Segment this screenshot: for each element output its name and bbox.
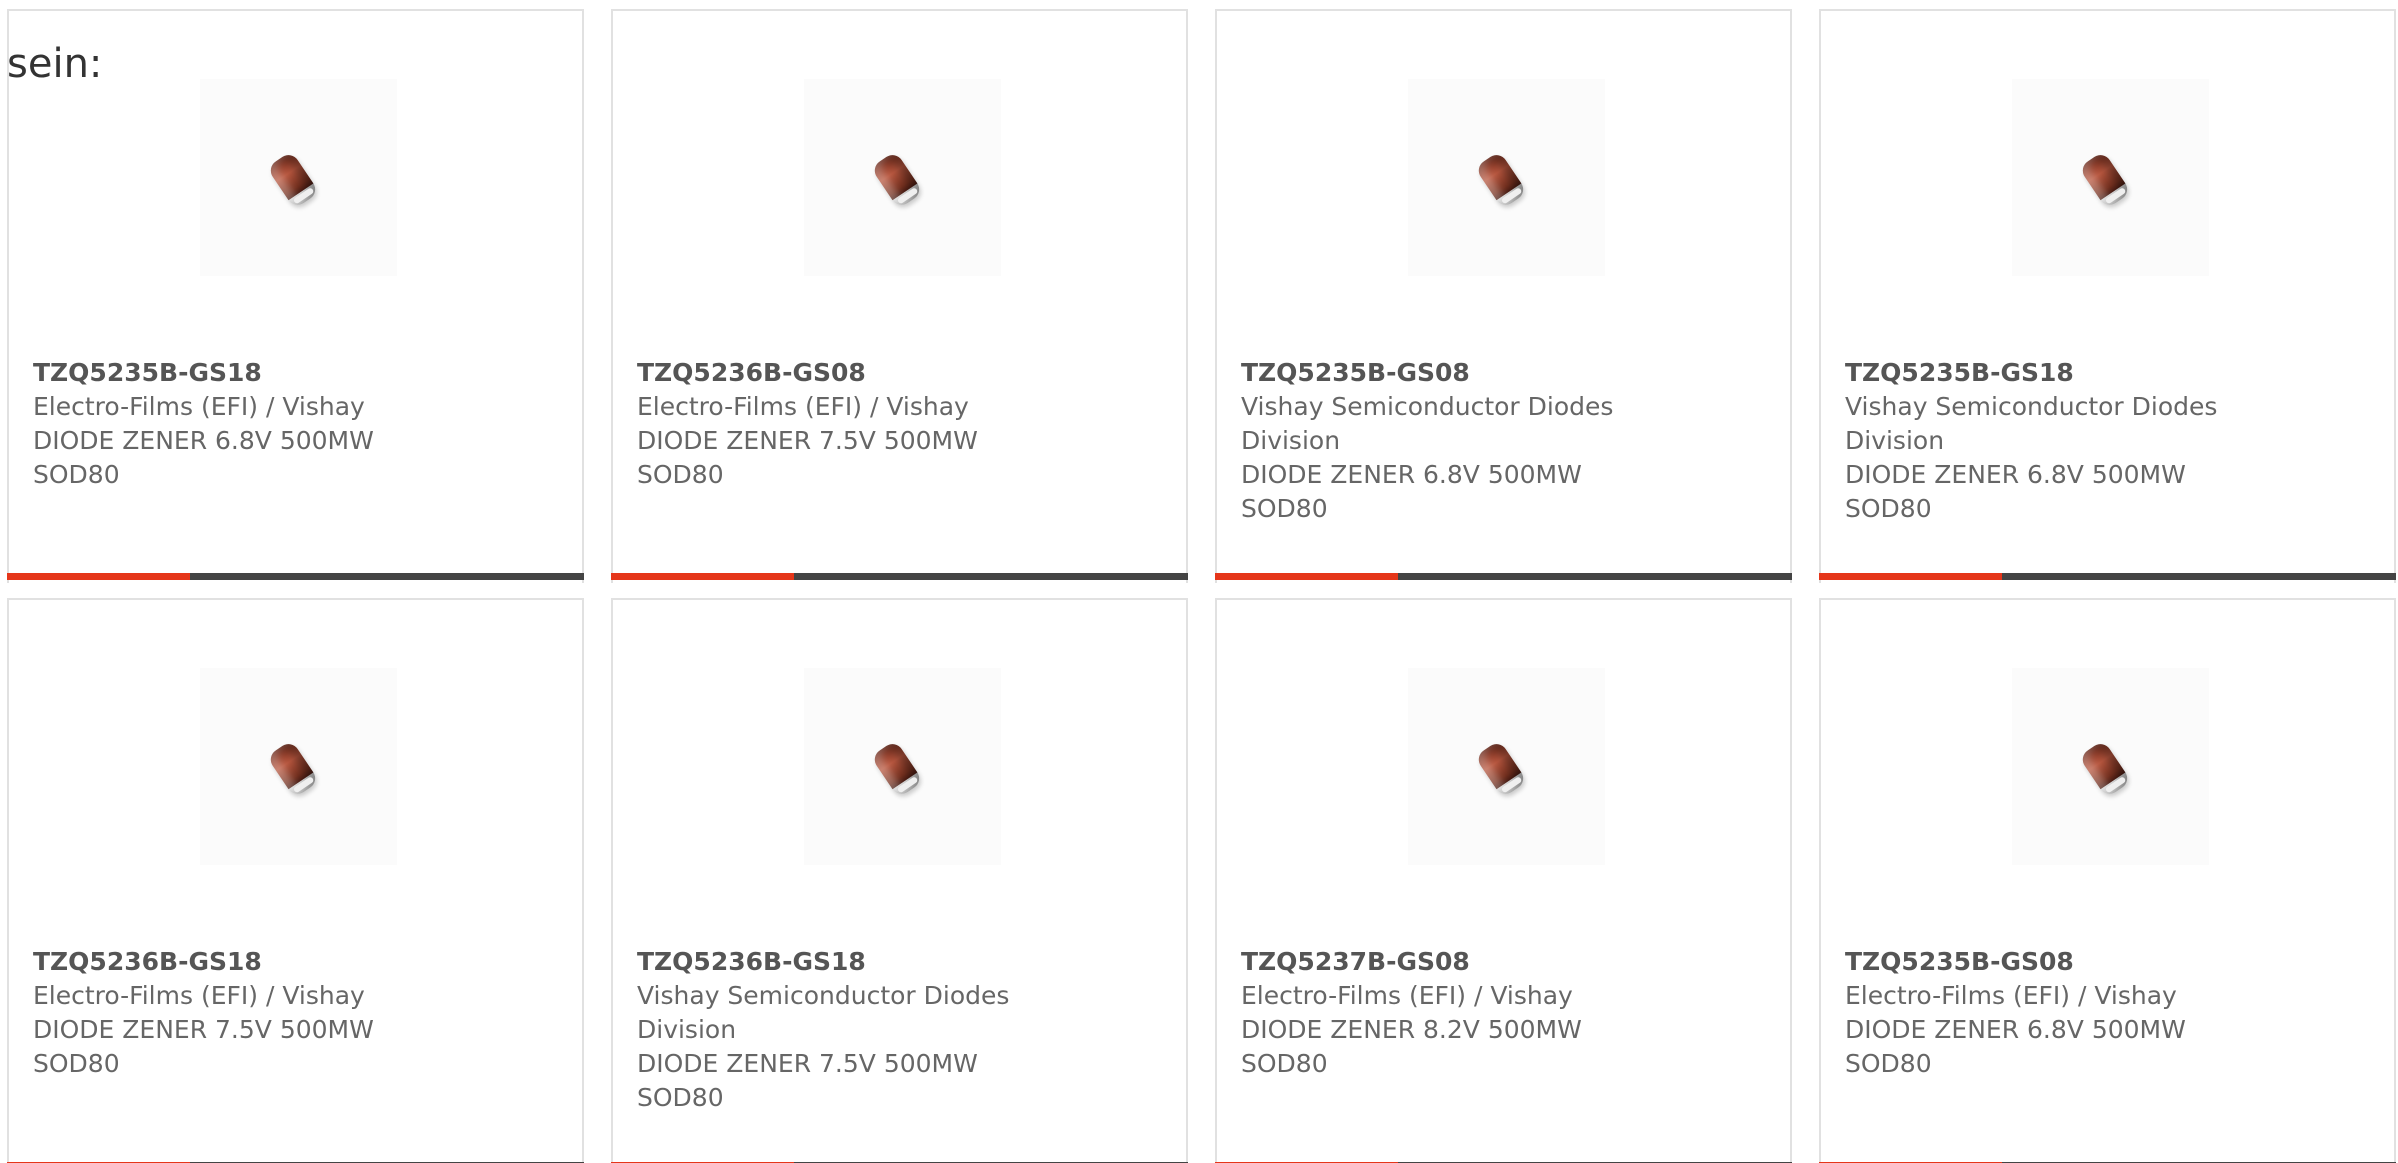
card-accent-highlight xyxy=(1215,573,1398,580)
product-description: DIODE ZENER 6.8V 500MW xyxy=(1241,460,1582,489)
product-package: SOD80 xyxy=(33,460,120,489)
product-part-number[interactable]: TZQ5237B-GS08 xyxy=(1241,945,1781,979)
product-package: SOD80 xyxy=(1845,494,1932,523)
zener-diode-icon xyxy=(870,739,924,799)
product-manufacturer: Electro-Films (EFI) / Vishay xyxy=(33,392,365,421)
card-accent-bar xyxy=(7,573,584,580)
product-image[interactable] xyxy=(200,668,397,865)
product-image[interactable] xyxy=(1408,668,1605,865)
product-card[interactable]: TZQ5235B-GS18 Electro-Films (EFI) / Vish… xyxy=(7,9,584,583)
product-card[interactable]: TZQ5236B-GS08 Electro-Films (EFI) / Vish… xyxy=(611,9,1188,583)
product-description: DIODE ZENER 6.8V 500MW xyxy=(1845,460,2186,489)
product-details: TZQ5235B-GS18 Vishay Semiconductor Diode… xyxy=(1845,356,2385,526)
zener-diode-icon xyxy=(1474,150,1528,210)
card-accent-highlight xyxy=(1819,573,2002,580)
product-image[interactable] xyxy=(1408,79,1605,276)
zener-diode-icon xyxy=(2078,739,2132,799)
product-image[interactable] xyxy=(2012,79,2209,276)
product-details: TZQ5236B-GS18 Vishay Semiconductor Diode… xyxy=(637,945,1177,1115)
product-image[interactable] xyxy=(200,79,397,276)
product-description: DIODE ZENER 8.2V 500MW xyxy=(1241,1015,1582,1044)
product-description: DIODE ZENER 7.5V 500MW xyxy=(637,426,978,455)
product-manufacturer: Vishay Semiconductor Diodes Division xyxy=(1845,392,2218,455)
zener-diode-icon xyxy=(2078,150,2132,210)
product-card[interactable]: TZQ5235B-GS18 Vishay Semiconductor Diode… xyxy=(1819,9,2396,583)
product-manufacturer: Vishay Semiconductor Diodes Division xyxy=(1241,392,1614,455)
product-image[interactable] xyxy=(804,79,1001,276)
product-details: TZQ5235B-GS18 Electro-Films (EFI) / Vish… xyxy=(33,356,573,492)
zener-diode-icon xyxy=(870,150,924,210)
product-description: DIODE ZENER 7.5V 500MW xyxy=(637,1049,978,1078)
product-grid-page: sein: TZQ5235B-GS18 Electro-Films (EFI) … xyxy=(0,0,2398,1163)
product-card[interactable]: TZQ5236B-GS18 Vishay Semiconductor Diode… xyxy=(611,598,1188,1163)
product-part-number[interactable]: TZQ5235B-GS18 xyxy=(33,356,573,390)
product-manufacturer: Electro-Films (EFI) / Vishay xyxy=(33,981,365,1010)
product-card[interactable]: TZQ5235B-GS08 Vishay Semiconductor Diode… xyxy=(1215,9,1792,583)
product-image[interactable] xyxy=(2012,668,2209,865)
card-accent-highlight xyxy=(611,573,794,580)
zener-diode-icon xyxy=(266,739,320,799)
product-package: SOD80 xyxy=(637,460,724,489)
zener-diode-icon xyxy=(266,150,320,210)
product-details: TZQ5235B-GS08 Vishay Semiconductor Diode… xyxy=(1241,356,1781,526)
card-accent-bar xyxy=(611,573,1188,580)
product-manufacturer: Electro-Films (EFI) / Vishay xyxy=(1241,981,1573,1010)
product-description: DIODE ZENER 6.8V 500MW xyxy=(33,426,374,455)
card-accent-bar xyxy=(1819,573,2396,580)
product-part-number[interactable]: TZQ5235B-GS08 xyxy=(1845,945,2385,979)
product-manufacturer: Electro-Films (EFI) / Vishay xyxy=(637,392,969,421)
product-part-number[interactable]: TZQ5236B-GS08 xyxy=(637,356,1177,390)
product-description: DIODE ZENER 6.8V 500MW xyxy=(1845,1015,2186,1044)
product-details: TZQ5236B-GS18 Electro-Films (EFI) / Vish… xyxy=(33,945,573,1081)
product-details: TZQ5236B-GS08 Electro-Films (EFI) / Vish… xyxy=(637,356,1177,492)
product-part-number[interactable]: TZQ5236B-GS18 xyxy=(33,945,573,979)
product-package: SOD80 xyxy=(1845,1049,1932,1078)
product-package: SOD80 xyxy=(637,1083,724,1112)
product-package: SOD80 xyxy=(1241,1049,1328,1078)
product-image[interactable] xyxy=(804,668,1001,865)
product-manufacturer: Electro-Films (EFI) / Vishay xyxy=(1845,981,2177,1010)
product-card[interactable]: TZQ5236B-GS18 Electro-Films (EFI) / Vish… xyxy=(7,598,584,1163)
zener-diode-icon xyxy=(1474,739,1528,799)
product-description: DIODE ZENER 7.5V 500MW xyxy=(33,1015,374,1044)
product-card[interactable]: TZQ5235B-GS08 Electro-Films (EFI) / Vish… xyxy=(1819,598,2396,1163)
product-manufacturer: Vishay Semiconductor Diodes Division xyxy=(637,981,1010,1044)
product-package: SOD80 xyxy=(1241,494,1328,523)
product-card[interactable]: TZQ5237B-GS08 Electro-Films (EFI) / Vish… xyxy=(1215,598,1792,1163)
product-details: TZQ5237B-GS08 Electro-Films (EFI) / Vish… xyxy=(1241,945,1781,1081)
product-details: TZQ5235B-GS08 Electro-Films (EFI) / Vish… xyxy=(1845,945,2385,1081)
intro-text: sein: xyxy=(7,41,103,87)
product-part-number[interactable]: TZQ5235B-GS08 xyxy=(1241,356,1781,390)
product-part-number[interactable]: TZQ5236B-GS18 xyxy=(637,945,1177,979)
product-package: SOD80 xyxy=(33,1049,120,1078)
product-part-number[interactable]: TZQ5235B-GS18 xyxy=(1845,356,2385,390)
card-accent-highlight xyxy=(7,573,190,580)
card-accent-bar xyxy=(1215,573,1792,580)
